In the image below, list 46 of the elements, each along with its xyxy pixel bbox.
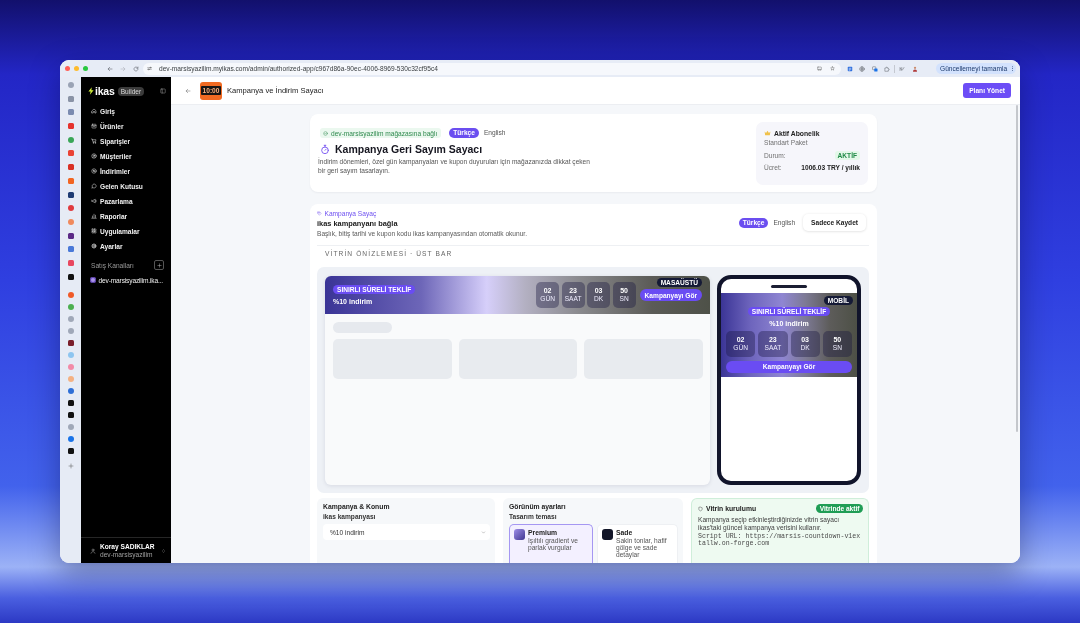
profile-avatar-icon[interactable] [911,65,918,72]
settings-icon [91,243,97,249]
sidebar-toggle-icon[interactable] [160,88,166,94]
add-channel-button[interactable] [154,260,164,270]
plus-icon[interactable] [67,462,74,469]
user-icon [90,547,96,554]
chevrons-icon[interactable] [161,547,166,554]
site-settings-icon[interactable] [147,66,152,71]
theme-swatch-icon [602,529,613,540]
minimize-window-icon[interactable] [73,66,79,71]
shield-icon [698,505,703,512]
document-app-icon[interactable] [847,65,853,72]
percent-icon [91,168,97,174]
lightning-bolt-icon [88,87,94,95]
phone-notch [771,285,807,288]
stopwatch-icon [320,144,330,155]
back-arrow-icon[interactable] [184,87,191,94]
bar-chart-icon [91,213,97,219]
hero-title: Kampanya Geri Sayım Sayacı [335,143,483,156]
caret-icon [481,529,486,535]
megaphone-icon [91,198,97,204]
theme-swatch-icon [514,529,525,540]
store-icon [90,277,96,283]
home-icon [91,108,97,114]
windows-icon[interactable] [872,65,878,72]
crown-icon [764,130,771,136]
plus-icon [156,262,162,268]
forward-arrow-icon[interactable] [120,65,126,72]
back-arrow-icon[interactable] [107,65,113,72]
tag-icon [317,210,322,216]
extension-icon[interactable] [898,65,905,72]
zoom-window-icon[interactable] [82,66,88,71]
close-window-icon[interactable] [64,66,70,71]
check-circle-icon [323,130,328,136]
box-icon [91,123,97,129]
brand-logo-text[interactable]: ikas [95,84,115,98]
globe-icon[interactable] [859,65,865,72]
puzzle-icon[interactable] [884,65,890,72]
user-circle-icon [91,153,97,159]
chat-bubble-icon [91,183,97,189]
reload-icon[interactable] [133,65,139,72]
scrollbar[interactable] [1015,105,1018,432]
star-icon[interactable] [830,66,835,71]
cart-icon [91,138,97,144]
cast-icon[interactable] [817,66,822,71]
grid-icon [91,228,97,234]
